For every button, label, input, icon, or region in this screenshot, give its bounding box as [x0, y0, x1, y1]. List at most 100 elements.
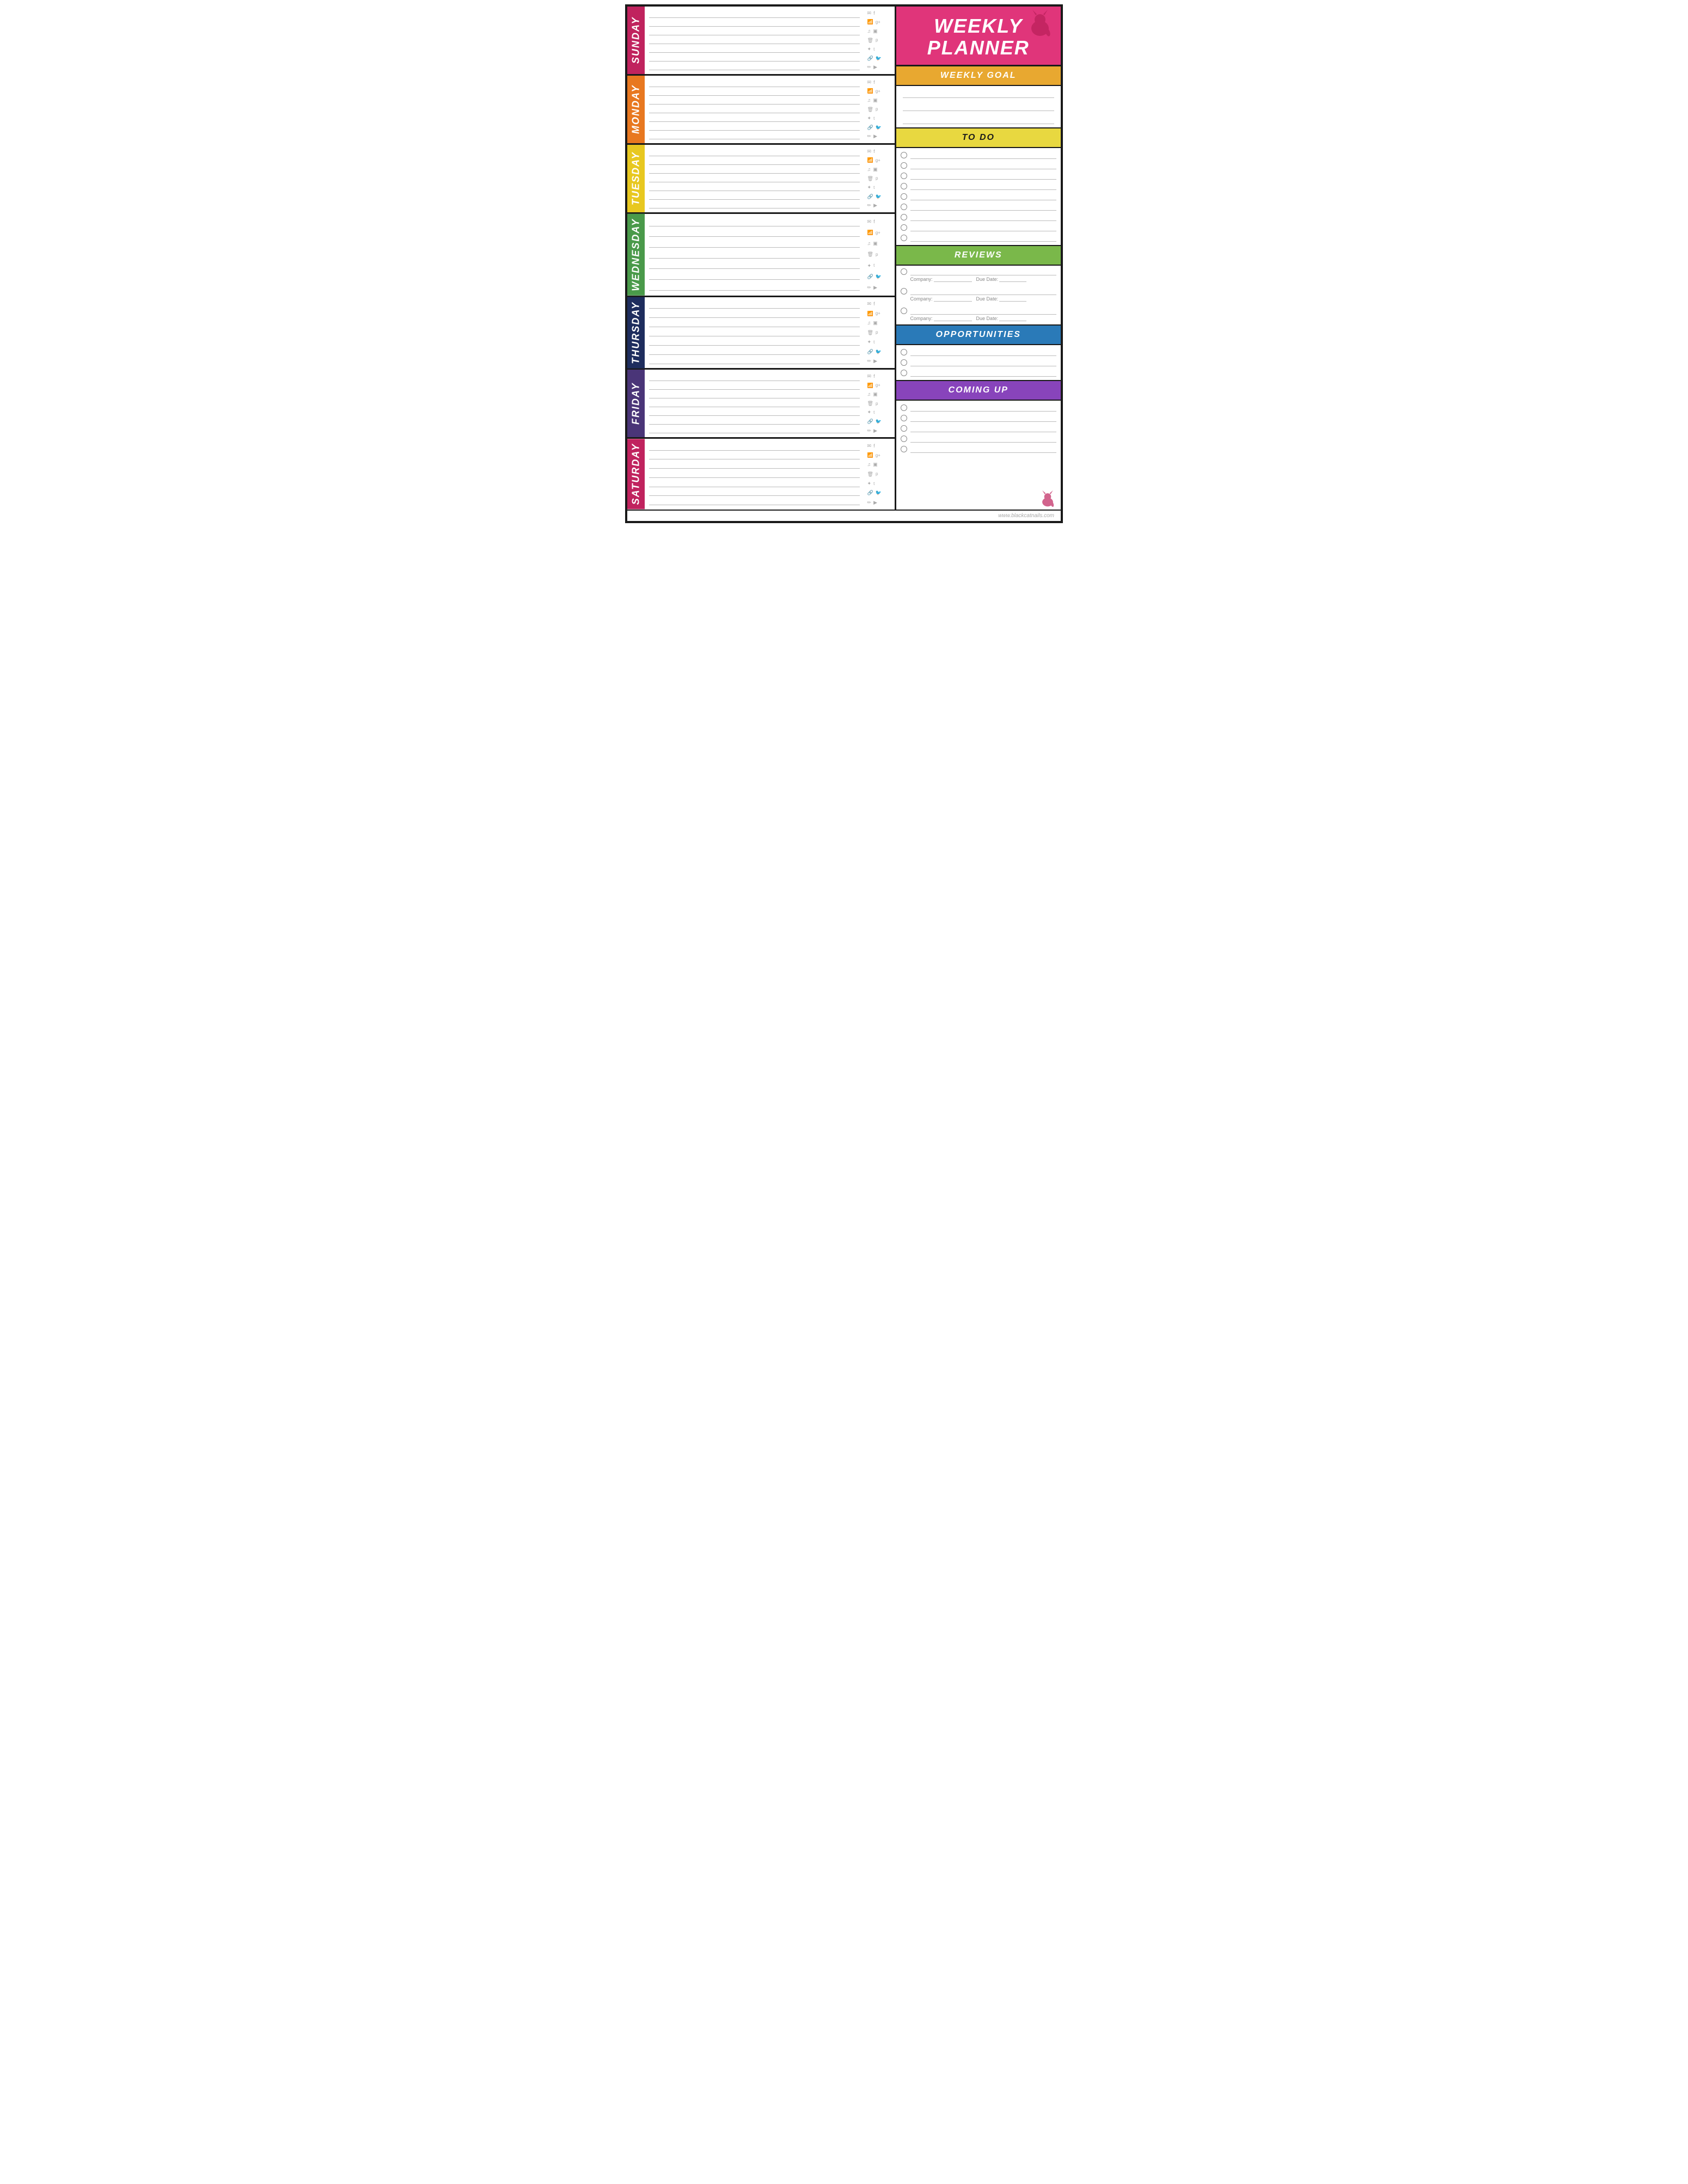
trash-icon: 🗑 [867, 107, 873, 113]
instagram-icon: ▣ [873, 462, 878, 468]
link-icon: 🔗 [867, 125, 873, 131]
todo-circle [901, 173, 907, 179]
day-icons-thursday: ✉f 📶g+ ♫▣ 🗑p ✦t 🔗🐦 ✏▶ [864, 297, 895, 369]
day-label-tuesday: TUESDAY [627, 145, 645, 212]
chart-icon: 📶 [867, 19, 873, 25]
todo-item [901, 203, 1056, 211]
edit-icon: ✏ [867, 133, 872, 139]
coming-up-line [910, 435, 1056, 443]
tumblr-icon: t [873, 47, 874, 52]
opportunities-section: OPPORTUNITIES [896, 326, 1061, 381]
icon-row: ✏▶ [867, 64, 891, 70]
day-line [649, 272, 860, 280]
reviews-header: REVIEWS [896, 246, 1061, 266]
pinterest-icon: p [876, 401, 878, 407]
coming-up-items [896, 401, 1061, 510]
google-plus-icon: g+ [876, 383, 880, 388]
todo-item [901, 234, 1056, 242]
pinterest-icon: p [876, 107, 878, 112]
facebook-icon: f [873, 10, 875, 16]
opp-item [901, 359, 1056, 366]
chart-icon: 📶 [867, 230, 873, 236]
review-top-line [910, 268, 1056, 275]
review-details: Company: Due Date: [901, 296, 1056, 302]
pinterest-icon: p [876, 38, 878, 43]
youtube-icon: ▶ [873, 358, 877, 364]
day-block-tuesday: TUESDAY ✉f 📶g+ ♫▣ 🗑p ✦t 🔗🐦 [627, 145, 895, 214]
header-block: WEEKLY PLANNER [896, 7, 1061, 66]
tumblr-icon: t [873, 116, 874, 121]
todo-item [901, 224, 1056, 231]
twitter-icon: 🐦 [876, 125, 882, 131]
settings-icon: ✦ [867, 263, 872, 269]
pinterest-icon: p [876, 176, 878, 181]
icon-row: ✉f [867, 79, 891, 85]
weekly-goal-section: WEEKLY GOAL [896, 66, 1061, 128]
edit-icon: ✏ [867, 203, 872, 208]
day-line [649, 19, 860, 27]
coming-up-line [910, 425, 1056, 432]
day-line [649, 417, 860, 425]
todo-section: TO DO [896, 128, 1061, 246]
coming-up-circle [901, 404, 907, 411]
email-icon: ✉ [867, 443, 872, 449]
link-icon: 🔗 [867, 274, 873, 280]
day-lines-monday [645, 76, 864, 143]
settings-icon: ✦ [867, 339, 872, 345]
review-item: Company: Due Date: [896, 305, 1061, 324]
link-icon: 🔗 [867, 490, 873, 496]
link-icon: 🔗 [867, 349, 873, 355]
day-line [649, 329, 860, 336]
icon-row: 📶g+ [867, 452, 891, 458]
youtube-icon: ▶ [873, 64, 877, 70]
planner-content: SUNDAY ✉f 📶g+ ♫▣ 🗑p ✦t 🔗🐦 [627, 7, 1061, 510]
icon-row: ✦t [867, 481, 891, 487]
link-icon: 🔗 [867, 56, 873, 62]
tumblr-icon: t [873, 185, 874, 191]
todo-circle [901, 193, 907, 200]
day-line [649, 36, 860, 44]
day-line [649, 219, 860, 226]
instagram-icon: ▣ [873, 28, 878, 34]
youtube-icon: ▶ [873, 133, 877, 139]
day-icons-friday: ✉f 📶g+ ♫▣ 🗑p ✦t 🔗🐦 ✏▶ [864, 370, 895, 437]
icon-row: ♫▣ [867, 462, 891, 468]
day-line [649, 10, 860, 18]
icon-row: 🔗🐦 [867, 419, 891, 425]
instagram-icon: ▣ [873, 241, 878, 247]
day-line [649, 63, 860, 70]
company-text: Company: [910, 277, 933, 282]
edit-icon: ✏ [867, 285, 872, 291]
day-line [649, 132, 860, 139]
icon-row: ✏▶ [867, 500, 891, 506]
review-company-line [934, 316, 972, 321]
goal-line [903, 102, 1054, 111]
facebook-icon: f [873, 301, 875, 307]
pinterest-icon: p [876, 330, 878, 335]
twitter-icon: 🐦 [876, 274, 882, 280]
icon-row: 🗑p [867, 251, 891, 257]
youtube-icon: ▶ [873, 285, 877, 291]
icon-row: ✦t [867, 409, 891, 415]
icon-row: ✉f [867, 373, 891, 379]
day-lines-wednesday [645, 214, 864, 296]
review-item: Company: Due Date: [896, 285, 1061, 305]
day-line [649, 443, 860, 451]
icon-row: 🗑p [867, 330, 891, 336]
icon-row: 📶g+ [867, 311, 891, 317]
twitter-icon: 🐦 [876, 419, 882, 425]
day-line [649, 310, 860, 318]
header-title-line2: PLANNER [927, 37, 1030, 59]
reviews-section: REVIEWS Company: Due Date: [896, 246, 1061, 326]
tumblr-icon: t [873, 410, 874, 415]
day-line [649, 97, 860, 105]
review-top [901, 287, 1056, 295]
todo-item [901, 162, 1056, 169]
review-due-line [999, 277, 1026, 282]
day-line [649, 480, 860, 487]
coming-up-line [910, 445, 1056, 453]
day-lines-sunday [645, 7, 864, 74]
day-line [649, 461, 860, 469]
day-label-wednesday: WEDNESDAY [627, 214, 645, 296]
icon-row: ✦t [867, 263, 891, 269]
